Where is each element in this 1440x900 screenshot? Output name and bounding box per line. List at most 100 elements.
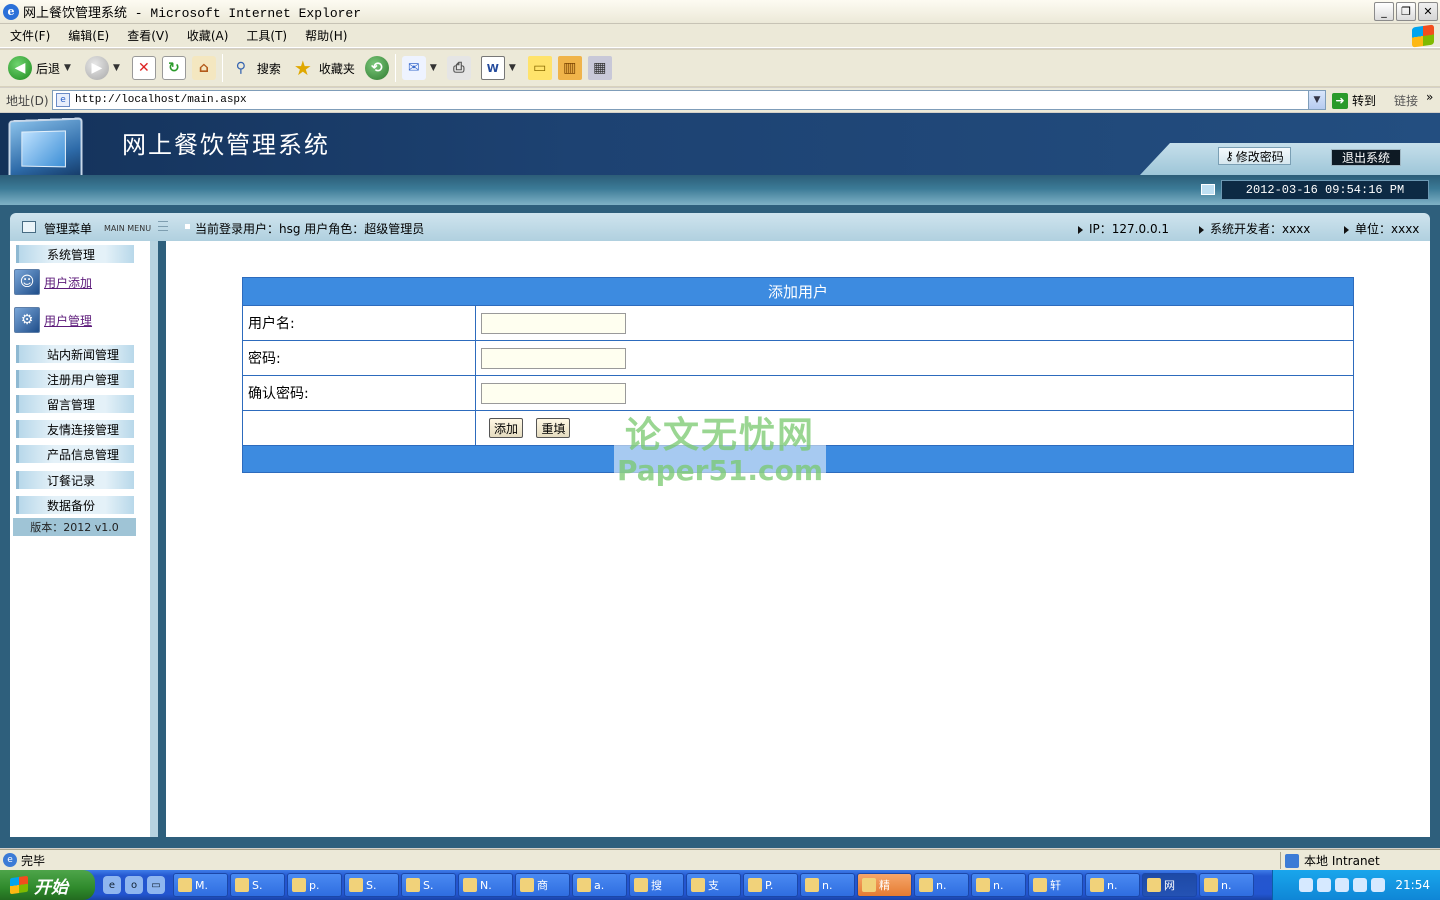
address-input[interactable]: e http://localhost/main.aspx ▼ xyxy=(52,90,1326,110)
maximize-button[interactable]: ❐ xyxy=(1396,2,1416,21)
menu-tools[interactable]: 工具(T) xyxy=(246,27,287,44)
desktop-quicklaunch-icon[interactable]: ▭ xyxy=(147,876,165,894)
sidebar-subitem-user-add[interactable]: ☺ 用户添加 xyxy=(14,269,92,295)
start-button[interactable]: 开始 xyxy=(0,870,95,900)
task-button[interactable]: n. xyxy=(1085,873,1140,897)
media-button[interactable]: ▦ xyxy=(587,56,612,80)
task-button[interactable]: n. xyxy=(914,873,969,897)
history-button[interactable]: ⟲ xyxy=(364,56,389,80)
user-manage-link[interactable]: 用户管理 xyxy=(44,312,92,329)
tray-expand-icon[interactable] xyxy=(1317,878,1332,892)
forward-arrow-icon: ▶ xyxy=(84,56,109,80)
note-button[interactable]: ▭ xyxy=(527,56,552,80)
folder-icon xyxy=(577,878,591,892)
volume-icon[interactable] xyxy=(1371,878,1386,892)
task-button[interactable]: M. xyxy=(173,873,228,897)
address-bar: 地址(D) e http://localhost/main.aspx ▼ ➜ 转… xyxy=(0,88,1440,112)
close-button[interactable]: ✕ xyxy=(1418,2,1438,21)
menu-edit[interactable]: 编辑(E) xyxy=(68,27,109,44)
username-input[interactable] xyxy=(481,312,626,334)
sidebar-item-system[interactable]: 系统管理 xyxy=(16,245,134,263)
current-user-info: 当前登录用户：hsg 用户角色：超级管理员 xyxy=(195,222,425,236)
reset-button[interactable]: 重填 xyxy=(536,418,571,438)
password-cell xyxy=(475,340,1354,376)
user-add-link[interactable]: 用户添加 xyxy=(44,274,92,291)
change-password-button[interactable]: ⚷ 修改密码 xyxy=(1218,147,1291,165)
task-button[interactable]: S. xyxy=(230,873,285,897)
task-label: n. xyxy=(993,878,1004,892)
task-button[interactable]: P. xyxy=(743,873,798,897)
task-button[interactable]: n. xyxy=(800,873,855,897)
print-button[interactable]: ⎙ xyxy=(446,56,471,80)
sidebar-item-friend-links[interactable]: 友情连接管理 xyxy=(16,420,134,438)
research-button[interactable]: ▥ xyxy=(557,56,582,80)
mail-icon: ✉ xyxy=(401,56,426,80)
exit-system-button[interactable]: 退出系统 xyxy=(1331,149,1401,166)
sidebar-item-orders[interactable]: 订餐记录 xyxy=(16,471,134,489)
menu-view[interactable]: 查看(V) xyxy=(127,27,169,44)
back-dropdown-icon[interactable]: ▼ xyxy=(64,63,71,73)
network-icon[interactable] xyxy=(1353,878,1368,892)
edit-word-button[interactable]: W ▼ xyxy=(480,56,516,80)
favorites-label: 收藏夹 xyxy=(318,61,355,76)
sidebar-item-backup[interactable]: 数据备份 xyxy=(16,496,134,514)
search-button[interactable]: ⚲ 搜索 xyxy=(229,56,281,80)
app-subbar: 2012-03-16 09:54:16 PM xyxy=(0,175,1440,205)
sidebar-item-messages[interactable]: 留言管理 xyxy=(16,395,134,413)
task-button[interactable]: 商 xyxy=(515,873,570,897)
outlook-quicklaunch-icon[interactable]: o xyxy=(125,876,143,894)
mail-button[interactable]: ✉ ▼ xyxy=(401,56,437,80)
home-button[interactable]: ⌂ xyxy=(191,56,216,80)
task-button[interactable]: 搜 xyxy=(629,873,684,897)
qq-tray-icon[interactable] xyxy=(1335,878,1350,892)
links-button[interactable]: 链接 xyxy=(1394,92,1418,109)
ie-quicklaunch-icon[interactable]: e xyxy=(103,876,121,894)
favorites-button[interactable]: ★ 收藏夹 xyxy=(291,56,355,80)
forward-button[interactable]: ▶ ▼ xyxy=(84,56,120,80)
edit-dropdown-icon[interactable]: ▼ xyxy=(509,63,516,73)
mail-dropdown-icon[interactable]: ▼ xyxy=(430,63,437,73)
back-button[interactable]: ◀ 后退 ▼ xyxy=(8,56,71,80)
menu-file[interactable]: 文件(F) xyxy=(10,27,50,44)
keyboard-icon[interactable] xyxy=(1299,878,1314,892)
stop-button[interactable]: ✕ xyxy=(131,56,156,80)
task-button[interactable]: 精 xyxy=(857,873,912,897)
task-button[interactable]: S. xyxy=(344,873,399,897)
sidebar-item-products[interactable]: 产品信息管理 xyxy=(16,445,134,463)
task-button[interactable]: p. xyxy=(287,873,342,897)
address-url[interactable]: http://localhost/main.aspx xyxy=(75,94,247,106)
task-button[interactable]: 网 xyxy=(1142,873,1197,897)
task-button[interactable]: S. xyxy=(401,873,456,897)
address-dropdown-icon[interactable]: ▼ xyxy=(1308,91,1325,109)
confirm-password-input[interactable] xyxy=(481,382,626,404)
refresh-button[interactable]: ↻ xyxy=(161,56,186,80)
task-label: n. xyxy=(1107,878,1118,892)
task-app-icon xyxy=(1033,878,1047,892)
page-icon: e xyxy=(56,93,70,107)
developer-text: 系统开发者：xxxx xyxy=(1210,222,1311,236)
password-input[interactable] xyxy=(481,347,626,369)
task-button[interactable]: 轩 xyxy=(1028,873,1083,897)
task-label: 支 xyxy=(708,879,719,892)
menu-help[interactable]: 帮助(H) xyxy=(305,27,347,44)
triangle-icon xyxy=(1344,225,1349,234)
menu-favorites[interactable]: 收藏(A) xyxy=(187,27,229,44)
task-button[interactable]: 支 xyxy=(686,873,741,897)
task-button[interactable]: n. xyxy=(1199,873,1254,897)
forward-dropdown-icon[interactable]: ▼ xyxy=(113,63,120,73)
task-button[interactable]: a. xyxy=(572,873,627,897)
add-button[interactable]: 添加 xyxy=(489,418,524,438)
word-icon: W xyxy=(480,56,505,80)
menu-toggle-icon[interactable] xyxy=(158,221,168,231)
go-button[interactable]: ➜ 转到 xyxy=(1332,92,1376,109)
minimize-button[interactable]: _ xyxy=(1374,2,1394,21)
task-button[interactable]: n. xyxy=(971,873,1026,897)
sidebar-item-registered-users[interactable]: 注册用户管理 xyxy=(16,370,134,388)
task-button[interactable]: N. xyxy=(458,873,513,897)
sidebar-item-news[interactable]: 站内新闻管理 xyxy=(16,345,134,363)
sidebar-subitem-user-manage[interactable]: ⚙ 用户管理 xyxy=(14,307,92,333)
username-label: 用户名: xyxy=(242,305,476,341)
chevron-right-icon[interactable]: » xyxy=(1426,90,1433,104)
task-label: S. xyxy=(423,878,434,892)
taskbar-clock[interactable]: 21:54 xyxy=(1395,878,1430,892)
